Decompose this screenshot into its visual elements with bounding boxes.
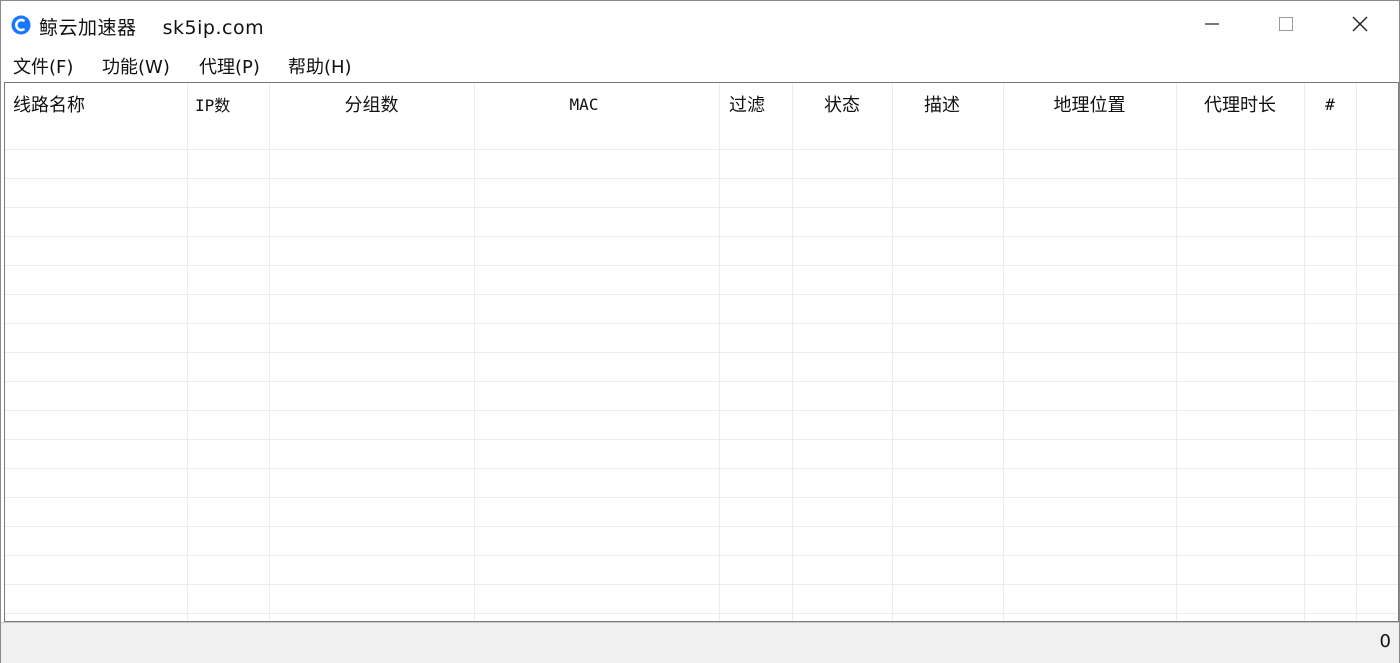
column-header-location[interactable]: 地理位置 [1003,83,1176,125]
column-header-proxy-duration[interactable]: 代理时长 [1176,83,1304,125]
menu-file[interactable]: 文件(F) [13,53,73,79]
column-header-description[interactable]: 描述 [892,83,992,125]
row-divider [5,294,1398,295]
column-header-ip-count[interactable]: IP数 [195,83,230,125]
menu-function[interactable]: 功能(W) [102,53,170,79]
maximize-icon [1279,17,1293,31]
column-header-line-name[interactable]: 线路名称 [13,83,85,125]
window-title: 鲸云加速器 sk5ip.com [39,17,265,39]
minimize-icon [1205,23,1219,25]
row-divider [5,381,1398,382]
row-divider [5,468,1398,469]
column-header-mac[interactable]: MAC [474,83,694,125]
app-window: 鲸云加速器 sk5ip.com 文件(F) 功能(W) 代理(P) 帮助(H) [0,0,1400,663]
row-divider [5,497,1398,498]
row-divider [5,178,1398,179]
row-divider [5,410,1398,411]
status-count: 0 [1379,631,1391,652]
column-header-status[interactable]: 状态 [792,83,892,125]
row-divider [5,584,1398,585]
menu-bar: 文件(F) 功能(W) 代理(P) 帮助(H) [1,47,1399,81]
maximize-button[interactable] [1253,1,1319,47]
minimize-button[interactable] [1179,1,1245,47]
row-divider [5,555,1398,556]
status-bar: 0 [1,622,1399,663]
app-logo-icon [11,15,31,35]
title-bar[interactable]: 鲸云加速器 sk5ip.com [1,1,1399,47]
proxy-line-table[interactable]: 线路名称 IP数 分组数 MAC 过滤 状态 描述 地理位置 代理时长 # [4,82,1399,622]
column-header-hash[interactable]: # [1304,83,1356,125]
close-icon [1352,16,1368,32]
row-divider [5,149,1398,150]
row-divider [5,439,1398,440]
row-divider [5,265,1398,266]
column-header-group-count[interactable]: 分组数 [269,83,474,125]
row-divider [5,207,1398,208]
row-divider [5,352,1398,353]
menu-help[interactable]: 帮助(H) [288,53,352,79]
row-divider [5,613,1398,614]
close-button[interactable] [1327,1,1393,47]
column-header-filter[interactable]: 过滤 [729,83,765,125]
row-divider [5,236,1398,237]
row-divider [5,323,1398,324]
menu-proxy[interactable]: 代理(P) [199,53,260,79]
row-divider [5,526,1398,527]
